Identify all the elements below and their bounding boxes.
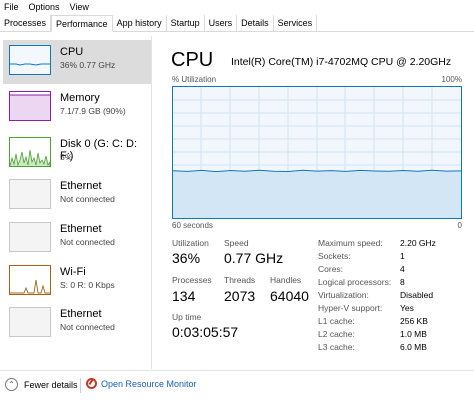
chevron-up-icon: ⌃ (5, 378, 18, 391)
info-key-cores: Cores: (318, 264, 344, 274)
info-value-cores: 4 (400, 264, 405, 274)
info-value-l3-cache: 6.0 MB (400, 342, 427, 352)
bottom-divider (80, 378, 81, 393)
cpu-utilization-graph (172, 86, 462, 219)
menu-view[interactable]: View (70, 2, 89, 12)
tab-details[interactable]: Details (237, 15, 274, 32)
sidebar-item-wifi[interactable]: Wi-Fi S: 0 R: 0 Kbps (3, 260, 151, 304)
utilization-label: Utilization (172, 238, 209, 248)
sidebar-item-subtitle: Not connected (60, 237, 115, 247)
ethernet-thumbnail-graph (9, 307, 51, 337)
info-value-hyperv: Yes (400, 303, 414, 313)
bottom-bar: ⌃ Fewer details Open Resource Monitor (0, 370, 474, 405)
handles-label: Handles (270, 275, 302, 285)
fewer-details-button[interactable]: ⌃ Fewer details (5, 378, 78, 391)
tab-startup[interactable]: Startup (167, 15, 205, 32)
menu-options[interactable]: Options (29, 2, 60, 12)
sidebar-item-subtitle: Not connected (60, 322, 115, 332)
info-value-virtualization: Disabled (400, 290, 434, 300)
processes-value: 134 (172, 288, 196, 304)
info-key-hyperv: Hyper-V support: (318, 303, 383, 313)
info-value-sockets: 1 (400, 251, 405, 261)
threads-value: 2073 (224, 288, 256, 304)
sidebar-item-ethernet-2[interactable]: Ethernet Not connected (3, 217, 151, 261)
cpu-model-name: Intel(R) Core(TM) i7-4702MQ CPU @ 2.20GH… (231, 56, 452, 68)
info-key-sockets: Sockets: (318, 251, 351, 261)
sidebar-item-ethernet-3[interactable]: Ethernet Not connected (3, 302, 151, 346)
wifi-thumbnail-graph (9, 265, 51, 295)
sidebar-item-title: Ethernet (60, 180, 102, 192)
info-value-logical-processors: 8 (400, 277, 405, 287)
resource-monitor-icon (86, 378, 97, 389)
sidebar-item-title: Memory (60, 92, 100, 104)
sidebar-item-title: Ethernet (60, 223, 102, 235)
tab-services[interactable]: Services (274, 15, 318, 32)
cpu-utilization-area (173, 170, 461, 218)
processes-label: Processes (172, 275, 212, 285)
sidebar-item-title: Disk 0 (G: C: D: F:) (60, 138, 138, 162)
sidebar-item-title: Wi-Fi (60, 266, 86, 278)
uptime-label: Up time (172, 312, 202, 322)
menu-bar: File Options View (0, 0, 474, 14)
tab-processes[interactable]: Processes (0, 15, 52, 32)
open-resource-monitor-link[interactable]: Open Resource Monitor (86, 378, 197, 389)
sidebar-item-subtitle: Not connected (60, 194, 115, 204)
page-title: CPU (171, 49, 214, 71)
info-value-l1-cache: 256 KB (400, 316, 428, 326)
graph-time-zero: 0 (457, 221, 462, 230)
tab-users[interactable]: Users (205, 15, 238, 32)
fewer-details-label: Fewer details (24, 379, 78, 390)
tab-performance[interactable]: Performance (51, 15, 113, 32)
graph-y-max: 100% (441, 75, 462, 84)
threads-label: Threads (224, 275, 256, 285)
ethernet-thumbnail-graph (9, 222, 51, 252)
sidebar-item-title: CPU (60, 46, 84, 58)
graph-y-label: % Utilization (172, 75, 217, 84)
menu-file[interactable]: File (4, 2, 19, 12)
sidebar-item-subtitle: 5% (60, 152, 73, 162)
sidebar-item-disk[interactable]: Disk 0 (G: C: D: F:) 5% (3, 132, 151, 176)
info-key-l1-cache: L1 cache: (318, 316, 355, 326)
sidebar-item-subtitle: 36% 0.77 GHz (60, 60, 116, 70)
speed-label: Speed (224, 238, 249, 248)
sidebar-item-ethernet-1[interactable]: Ethernet Not connected (3, 174, 151, 218)
tab-app-history[interactable]: App history (113, 15, 167, 32)
sidebar-item-memory[interactable]: Memory 7.1/7.9 GB (90%) (3, 86, 151, 130)
sidebar-item-title: Ethernet (60, 308, 102, 320)
utilization-value: 36% (172, 250, 201, 266)
info-value-l2-cache: 1.0 MB (400, 329, 427, 339)
info-key-max-speed: Maximum speed: (318, 238, 383, 248)
resource-sidebar: CPU 36% 0.77 GHz Memory 7.1/7.9 GB (90%)… (0, 36, 152, 369)
graph-time-span: 60 seconds (172, 221, 213, 230)
sidebar-item-subtitle: 7.1/7.9 GB (90%) (60, 106, 126, 116)
info-key-virtualization: Virtualization: (318, 290, 369, 300)
sidebar-item-cpu[interactable]: CPU 36% 0.77 GHz (3, 40, 151, 84)
open-resource-monitor-label: Open Resource Monitor (101, 378, 197, 389)
speed-value: 0.77 GHz (224, 250, 284, 266)
info-key-logical-processors: Logical processors: (318, 277, 392, 287)
sidebar-item-subtitle: S: 0 R: 0 Kbps (60, 280, 115, 290)
uptime-value: 0:03:05:57 (172, 324, 239, 340)
memory-thumbnail-graph (9, 91, 51, 121)
disk-thumbnail-graph (9, 137, 51, 167)
cpu-utilization-svg (173, 87, 461, 218)
info-key-l3-cache: L3 cache: (318, 342, 355, 352)
info-key-l2-cache: L2 cache: (318, 329, 355, 339)
tab-strip: Processes Performance App history Startu… (0, 15, 474, 32)
ethernet-thumbnail-graph (9, 179, 51, 209)
cpu-thumbnail-graph (9, 45, 51, 75)
info-value-max-speed: 2.20 GHz (400, 238, 436, 248)
handles-value: 64040 (270, 288, 309, 304)
